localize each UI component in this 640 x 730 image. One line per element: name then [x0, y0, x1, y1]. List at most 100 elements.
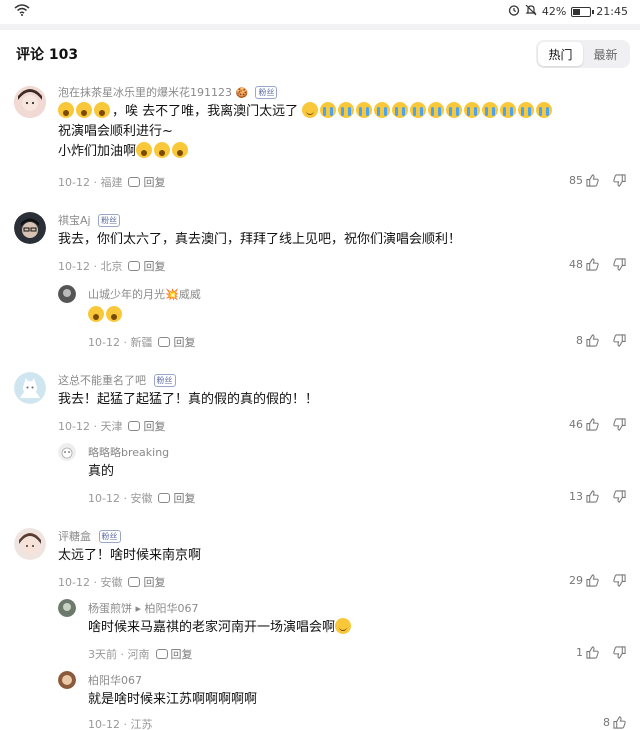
reply-avatar[interactable]	[58, 599, 76, 617]
reply-meta: 10-12 · 江苏	[88, 716, 152, 730]
avatar[interactable]	[14, 212, 46, 244]
like-button[interactable]: 29	[569, 574, 599, 587]
comment-meta: 10-12 · 天津 回复	[58, 418, 165, 434]
crying-emoji-icon	[518, 102, 535, 118]
reply-text: 啥时候来马嘉祺的老家河南开一场演唱会啊	[88, 618, 353, 638]
like-area: 13	[569, 490, 626, 503]
comments-title: 评论 103	[16, 47, 79, 63]
reply-label: 回复	[173, 336, 196, 349]
thumbs-up-icon	[586, 174, 599, 187]
like-button[interactable]: 46	[569, 418, 599, 431]
reply-button[interactable]: 回复	[128, 418, 165, 434]
like-area: 1	[576, 646, 626, 659]
comment-line-text: ，唉 去不了唯，我离澳门太远了	[112, 104, 299, 119]
comment-date: 10-12 · 北京	[58, 260, 123, 273]
reply-user-name[interactable]: 柏阳华067	[88, 672, 142, 688]
reply-button[interactable]: 回复	[128, 574, 165, 590]
crying-emoji-icon	[536, 102, 553, 118]
dislike-button[interactable]	[613, 258, 626, 271]
thumbs-up-icon	[586, 490, 599, 503]
reply-text: 真的	[88, 464, 115, 479]
thumbs-up-icon	[586, 646, 599, 659]
user-name[interactable]: 泡在抹茶星冰乐里的爆米花191123 🍪 粉丝	[58, 84, 278, 100]
shocked-emoji-icon	[76, 102, 92, 118]
user-name-text: 评糖盒	[58, 530, 91, 543]
like-button[interactable]: 1	[576, 646, 599, 659]
comment-bubble-icon	[128, 577, 141, 587]
like-area: 29	[569, 574, 626, 587]
crying-emoji-icon	[410, 102, 427, 118]
reply-user-name[interactable]: 山城少年的月光💥威威	[88, 286, 201, 302]
user-name[interactable]: 评糖盒 粉丝	[58, 528, 121, 544]
crying-emoji-icon	[374, 102, 391, 118]
like-button[interactable]: 48	[569, 258, 599, 271]
reply-button[interactable]: 回复	[128, 258, 165, 274]
avatar[interactable]	[14, 86, 46, 118]
like-button[interactable]: 85	[569, 174, 599, 187]
thumbs-down-icon	[613, 174, 626, 187]
thumbs-up-icon	[586, 574, 599, 587]
reply-avatar[interactable]	[58, 671, 76, 689]
reply-button[interactable]: 回复	[128, 174, 165, 190]
reply-button[interactable]: 回复	[158, 334, 195, 350]
comment-line: ，唉 去不了唯，我离澳门太远了	[58, 102, 628, 122]
comment-date: 10-12 · 安徽	[58, 576, 123, 589]
comment-bubble-icon	[158, 493, 171, 503]
reply-date: 3天前 · 河南	[88, 648, 150, 661]
reply-meta: 3天前 · 河南 回复	[88, 646, 193, 662]
reply-label: 回复	[170, 648, 193, 661]
fan-badge: 粉丝	[98, 530, 121, 543]
comment-bubble-icon	[128, 421, 141, 431]
like-button[interactable]: 8	[576, 334, 599, 347]
user-name[interactable]: 这总不能重名了吧 粉丝	[58, 372, 176, 388]
tab-hot[interactable]: 热门	[538, 42, 583, 66]
reply-button[interactable]: 回复	[155, 646, 193, 662]
avatar[interactable]	[14, 528, 46, 560]
crying-emoji-icon	[392, 102, 409, 118]
dislike-button[interactable]	[613, 490, 626, 503]
crying-emoji-icon	[500, 102, 517, 118]
comment-date: 10-12 · 天津	[58, 420, 123, 433]
fan-badge: 粉丝	[98, 214, 121, 227]
like-count: 29	[569, 574, 583, 587]
reply-avatar[interactable]	[58, 443, 76, 461]
smile-emoji-icon	[302, 102, 319, 118]
dislike-button[interactable]	[613, 418, 626, 431]
crying-emoji-icon	[356, 102, 373, 118]
comment-item: 评糖盒 粉丝 太远了！啥时候来南京啊 10-12 · 安徽 回复 29 杨蛋煎饼…	[0, 524, 640, 730]
comment-item: 泡在抹茶星冰乐里的爆米花191123 🍪 粉丝 ，唉 去不了唯，我离澳门太远了 …	[0, 82, 640, 202]
dislike-button[interactable]	[613, 646, 626, 659]
thumbs-down-icon	[613, 258, 626, 271]
clock: 21:45	[596, 5, 628, 18]
battery-icon	[571, 6, 595, 17]
reply-user-name[interactable]: 略略略breaking	[88, 444, 169, 460]
comment-bubble-icon	[128, 177, 141, 187]
thumbs-down-icon	[613, 418, 626, 431]
like-button[interactable]: 8	[603, 716, 626, 729]
reply-avatar[interactable]	[58, 285, 76, 303]
dislike-button[interactable]	[613, 334, 626, 347]
reply-button[interactable]: 回复	[158, 490, 195, 506]
thumbs-up-icon	[586, 334, 599, 347]
comments-header: 评论 103 热门 最新	[0, 30, 640, 78]
crying-emoji-icon	[446, 102, 463, 118]
user-name[interactable]: 祺宝Aj 粉丝	[58, 212, 121, 228]
comment-meta: 10-12 · 安徽 回复	[58, 574, 165, 590]
like-button[interactable]: 13	[569, 490, 599, 503]
tab-new[interactable]: 最新	[583, 42, 628, 66]
dislike-button[interactable]	[613, 574, 626, 587]
avatar[interactable]	[14, 372, 46, 404]
dislike-button[interactable]	[613, 174, 626, 187]
thumbs-up-icon	[613, 716, 626, 729]
comment-text: ，唉 去不了唯，我离澳门太远了 祝演唱会顺利进行~ 小炸们加油啊	[58, 102, 628, 162]
like-area: 8	[603, 716, 626, 729]
thumbs-down-icon	[613, 490, 626, 503]
crying-emoji-icon	[428, 102, 445, 118]
like-area: 48	[569, 258, 626, 271]
thumbs-up-icon	[586, 258, 599, 271]
cookie-icon: 🍪	[235, 88, 248, 99]
like-count: 8	[576, 334, 583, 347]
fan-badge: 粉丝	[153, 374, 176, 387]
comment-text: 我去！起猛了起猛了！真的假的真的假的！！	[58, 392, 319, 407]
reply-user-name[interactable]: 杨蛋煎饼 ▸ 柏阳华067	[88, 600, 199, 616]
